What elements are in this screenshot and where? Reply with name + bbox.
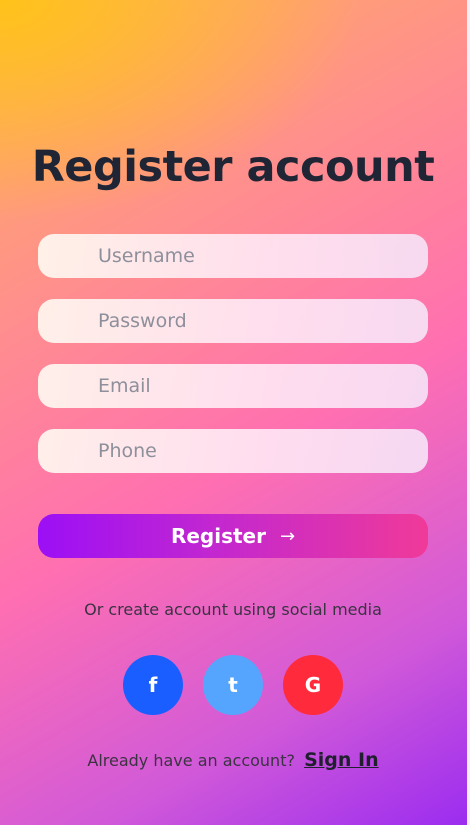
password-input[interactable] — [38, 299, 428, 343]
register-page: Register account Register → Or create ac… — [0, 0, 470, 825]
signin-prompt: Already have an account? Sign In — [0, 749, 466, 771]
facebook-icon: f — [148, 673, 158, 697]
google-icon: G — [304, 673, 322, 697]
username-input[interactable] — [38, 234, 428, 278]
twitter-button[interactable]: t — [203, 655, 263, 715]
email-input[interactable] — [38, 364, 428, 408]
facebook-button[interactable]: f — [123, 655, 183, 715]
phone-input[interactable] — [38, 429, 428, 473]
signin-prompt-text: Already have an account? — [87, 751, 295, 770]
register-button[interactable]: Register → — [38, 514, 428, 558]
arrow-right-icon: → — [279, 525, 296, 547]
page-title: Register account — [31, 142, 435, 192]
twitter-icon: t — [228, 673, 238, 697]
social-media-text: Or create account using social media — [84, 600, 382, 619]
register-button-label: Register — [170, 524, 266, 548]
signin-link[interactable]: Sign In — [304, 749, 379, 771]
google-button[interactable]: G — [283, 655, 343, 715]
